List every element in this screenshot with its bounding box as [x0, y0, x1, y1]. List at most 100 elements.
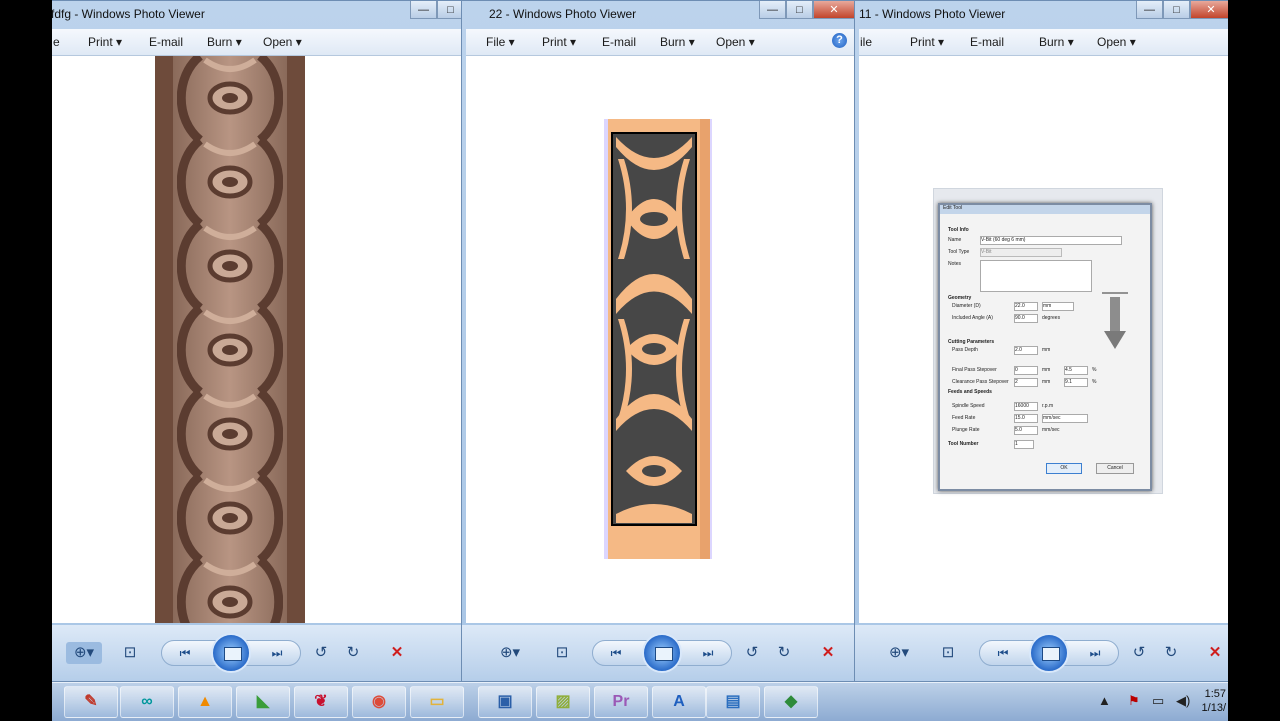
- open-menu[interactable]: Open ▾: [716, 35, 755, 49]
- spindle-speed-field[interactable]: 16000: [1014, 402, 1038, 411]
- name-field[interactable]: V-Bit (60 deg 6 mm): [980, 236, 1122, 245]
- vcarve-icon[interactable]: ◣: [236, 686, 290, 718]
- minimize-button[interactable]: —: [410, 1, 437, 19]
- fit-window-icon[interactable]: ⊡: [937, 642, 959, 664]
- print-menu[interactable]: Print ▾: [88, 35, 122, 49]
- slideshow-button[interactable]: [211, 633, 251, 673]
- plunge-rate-unit: mm/sec: [1042, 427, 1060, 433]
- maximize-button[interactable]: □: [1163, 1, 1190, 19]
- zoom-button[interactable]: ⊕▾: [881, 642, 917, 664]
- feed-rate-unit-select[interactable]: mm/sec: [1042, 414, 1088, 423]
- delete-button[interactable]: ✕: [387, 642, 407, 664]
- rotate-cw-button[interactable]: ↻: [343, 642, 363, 664]
- title-bar[interactable]: 11 - Windows Photo Viewer — □ ✕: [855, 1, 1228, 27]
- clock-date: 1/13/: [1201, 702, 1226, 714]
- folder-icon[interactable]: ▭: [410, 686, 464, 718]
- final-stepover-percent-symbol: %: [1092, 367, 1097, 373]
- computer-icon[interactable]: ▣: [478, 686, 532, 718]
- clearance-stepover-field[interactable]: 2: [1014, 378, 1038, 387]
- title-bar[interactable]: 22 - Windows Photo Viewer — □ ✕: [462, 1, 858, 27]
- dialog-window: Edit Tool Tool Info Name V-Bit (60 deg 6…: [938, 203, 1152, 491]
- delete-button[interactable]: ✕: [1205, 642, 1225, 664]
- diameter-unit-select[interactable]: mm: [1042, 302, 1074, 311]
- tool-type-label: Tool Type: [948, 249, 970, 255]
- burn-menu[interactable]: Burn ▾: [660, 35, 695, 49]
- download-icon[interactable]: ◆: [764, 686, 818, 718]
- maximize-button[interactable]: □: [786, 1, 813, 19]
- minimize-button[interactable]: —: [1136, 1, 1163, 19]
- rotate-ccw-button[interactable]: ↺: [311, 642, 331, 664]
- zoom-button[interactable]: ⊕▾: [66, 642, 102, 664]
- file-menu[interactable]: ile: [860, 35, 872, 49]
- action-center-flag-icon[interactable]: ⚑: [1128, 693, 1140, 709]
- chrome-icon[interactable]: ◉: [352, 686, 406, 718]
- open-menu[interactable]: Open ▾: [1097, 35, 1136, 49]
- diameter-label: Diameter (D): [952, 303, 981, 309]
- help-icon[interactable]: ?: [832, 33, 847, 48]
- fit-window-icon[interactable]: ⊡: [551, 642, 573, 664]
- network-icon[interactable]: ▭: [1152, 693, 1164, 709]
- final-stepover-percent-field[interactable]: 4.5: [1064, 366, 1088, 375]
- rotate-cw-button[interactable]: ↻: [774, 642, 794, 664]
- clearance-percent-field[interactable]: 9.1: [1064, 378, 1088, 387]
- plunge-rate-label: Plunge Rate: [952, 427, 980, 433]
- clock[interactable]: 1:57 1/13/: [1202, 687, 1226, 715]
- next-button[interactable]: ⏭: [693, 643, 723, 663]
- tool-number-field[interactable]: 1: [1014, 440, 1034, 449]
- minimize-button[interactable]: —: [759, 1, 786, 19]
- close-button[interactable]: ✕: [1190, 1, 1228, 19]
- print-menu[interactable]: Print ▾: [542, 35, 576, 49]
- rotate-ccw-button[interactable]: ↺: [742, 642, 762, 664]
- diameter-field[interactable]: 22.0: [1014, 302, 1038, 311]
- previous-button[interactable]: ⏮: [988, 643, 1018, 663]
- next-button[interactable]: ⏭: [1080, 643, 1110, 663]
- open-menu[interactable]: Open ▾: [263, 35, 302, 49]
- vlc-icon[interactable]: ▲: [178, 686, 232, 718]
- rotate-ccw-button[interactable]: ↺: [1129, 642, 1149, 664]
- maximize-button[interactable]: □: [437, 1, 464, 19]
- fit-window-icon[interactable]: ⊡: [119, 642, 141, 664]
- image-icon[interactable]: ▨: [536, 686, 590, 718]
- photo-viewer-window-1[interactable]: fdfg - Windows Photo Viewer — □ ✕ e Prin…: [52, 0, 513, 682]
- desktop: fdfg - Windows Photo Viewer — □ ✕ e Prin…: [52, 0, 1228, 720]
- close-button[interactable]: ✕: [813, 1, 855, 19]
- slideshow-button[interactable]: [1029, 633, 1069, 673]
- email-menu[interactable]: E-mail: [149, 35, 183, 49]
- angle-field[interactable]: 90.0: [1014, 314, 1038, 323]
- email-menu[interactable]: E-mail: [970, 35, 1004, 49]
- plunge-rate-field[interactable]: 5.0: [1014, 426, 1038, 435]
- feather-icon[interactable]: ❦: [294, 686, 348, 718]
- burn-menu[interactable]: Burn ▾: [207, 35, 242, 49]
- file-menu[interactable]: e: [53, 35, 60, 49]
- photo-viewer-window-3[interactable]: 11 - Windows Photo Viewer — □ ✕ ile Prin…: [854, 0, 1228, 682]
- file-menu[interactable]: File ▾: [486, 35, 515, 49]
- previous-button[interactable]: ⏮: [170, 643, 200, 663]
- paint-icon[interactable]: ✎: [64, 686, 118, 718]
- email-menu[interactable]: E-mail: [602, 35, 636, 49]
- next-button[interactable]: ⏭: [262, 643, 292, 663]
- delete-button[interactable]: ✕: [818, 642, 838, 664]
- zoom-button[interactable]: ⊕▾: [492, 642, 528, 664]
- final-stepover-field[interactable]: 0: [1014, 366, 1038, 375]
- notes-field[interactable]: [980, 260, 1092, 292]
- slideshow-button[interactable]: [642, 633, 682, 673]
- previous-button[interactable]: ⏮: [601, 643, 631, 663]
- print-menu-label: Print: [88, 35, 113, 49]
- photo-viewer-icon[interactable]: ▤: [706, 686, 760, 718]
- final-stepover-label: Final Pass Stepover: [952, 367, 997, 373]
- cancel-button[interactable]: Cancel: [1096, 463, 1134, 474]
- premiere-icon[interactable]: Pr: [594, 686, 648, 718]
- burn-menu[interactable]: Burn ▾: [1039, 35, 1074, 49]
- arduino-icon[interactable]: ∞: [120, 686, 174, 718]
- volume-icon[interactable]: ◀): [1176, 693, 1190, 709]
- title-bar[interactable]: fdfg - Windows Photo Viewer — □ ✕: [52, 1, 512, 27]
- print-menu[interactable]: Print ▾: [910, 35, 944, 49]
- pass-depth-field[interactable]: 2.0: [1014, 346, 1038, 355]
- tool-type-select[interactable]: V-Bit: [980, 248, 1062, 257]
- feed-rate-field[interactable]: 15.0: [1014, 414, 1038, 423]
- ok-button[interactable]: OK: [1046, 463, 1082, 474]
- tray-chevron-icon[interactable]: ▲: [1098, 693, 1111, 708]
- rotate-cw-button[interactable]: ↻: [1161, 642, 1181, 664]
- photo-viewer-window-2[interactable]: 22 - Windows Photo Viewer — □ ✕ File ▾ P…: [461, 0, 859, 682]
- document-icon[interactable]: A: [652, 686, 706, 718]
